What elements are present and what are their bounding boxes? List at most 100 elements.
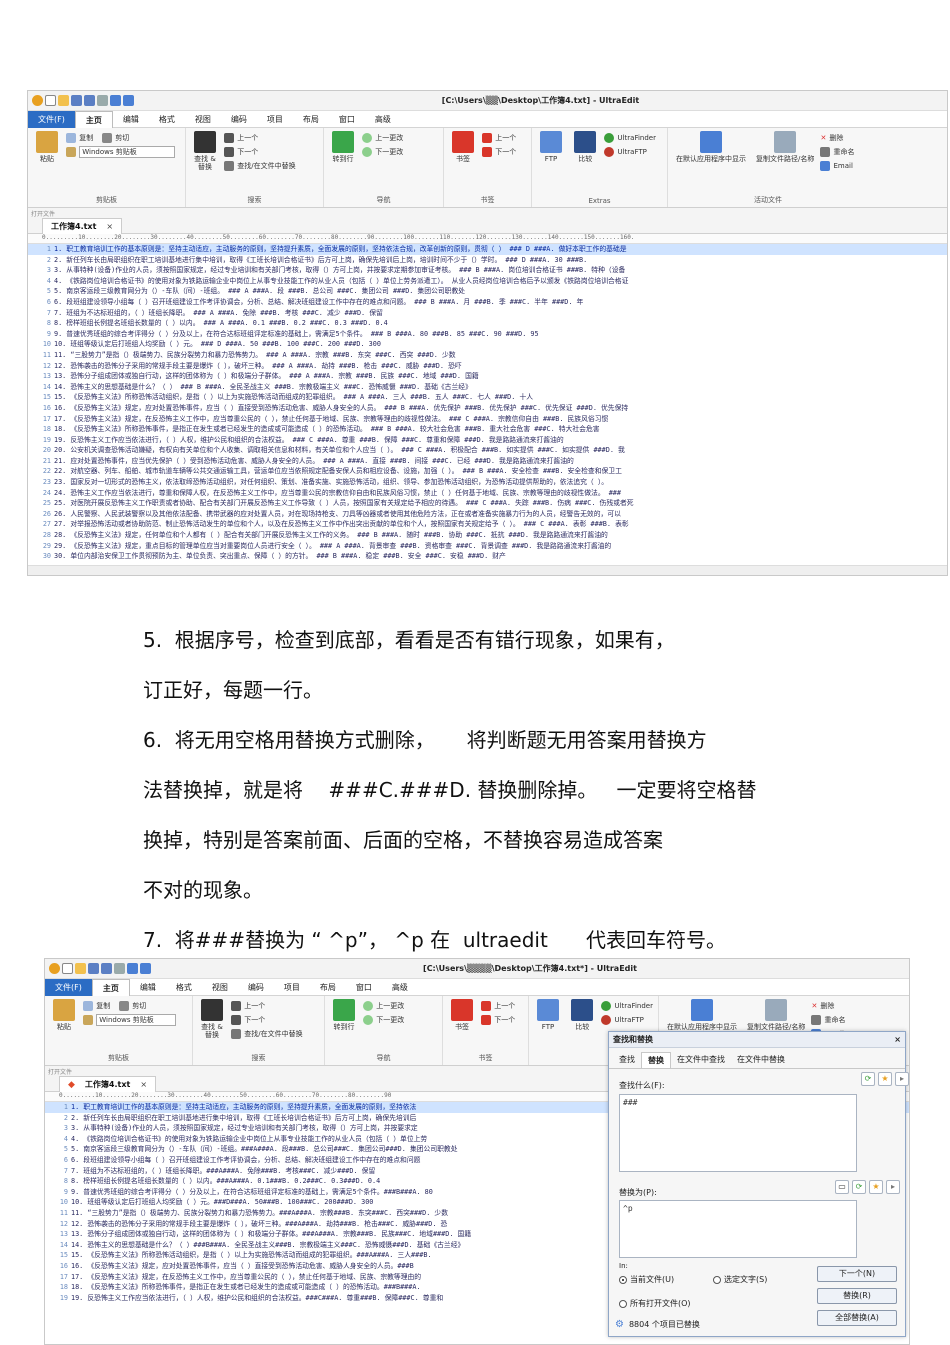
editor-line[interactable]: 11 11. “三股势力”是指（）极端势力、民族分裂势力和暴力恐怖势力。 ### … — [28, 350, 947, 361]
editor-line[interactable]: 5 5. 南京客运段三级教育网分为（）-车队（间）-班组。 ### A ###A.… — [28, 286, 947, 297]
cut-button[interactable]: 剪切 — [115, 133, 129, 143]
editor-line[interactable]: 25 25. 对医院开展反恐怖主义工作职责或者协助、配合有关部门开展反恐怖主义工作… — [28, 498, 947, 509]
compare-button[interactable]: 比较 — [567, 999, 597, 1031]
open-default-app-button[interactable]: 在默认应用程序中显示 — [663, 999, 741, 1031]
editor-line[interactable]: 22 22. 对航空器、列车、船舶、城市轨道车辆等公共交通运输工具，营运单位应当依… — [28, 466, 947, 477]
open-folder-icon[interactable] — [75, 963, 86, 974]
delete-file-button[interactable]: ✕ 删除 — [820, 131, 854, 145]
file-tab[interactable]: 工作簿4.txt × — [42, 218, 123, 234]
editor-line[interactable]: 4 4. 《铁路岗位培训合格证书》的使用对象为铁路运输企业中岗位上从事专业技能工作… — [28, 276, 947, 287]
editor-line[interactable]: 14 14. 恐怖主义的思想基础是什么？（ ） ### B ###A. 全民圣战主… — [28, 382, 947, 393]
redo-icon[interactable] — [140, 963, 151, 974]
menu-file[interactable]: 文件(F) — [45, 978, 92, 996]
redo-icon[interactable] — [123, 95, 134, 106]
save-all-icon[interactable] — [101, 963, 112, 974]
goto-line-button[interactable]: 转到行 — [328, 131, 358, 163]
menu-format[interactable]: 格式 — [149, 111, 185, 128]
editor-line[interactable]: 12 12. 恐怖袭击的恐怖分子采用的常规手段主要是爆炸（ ），破坏三种。 ###… — [28, 361, 947, 372]
menu-window[interactable]: 窗口 — [329, 111, 365, 128]
save-icon[interactable] — [71, 95, 82, 106]
bookmark-button[interactable]: 书签 — [447, 999, 477, 1031]
find-next-button[interactable]: 下一个 — [224, 145, 295, 159]
replace-all-button[interactable]: 全部替换(A) — [817, 1310, 897, 1326]
menu-file[interactable]: 文件(F) — [28, 110, 75, 128]
find-replace-button[interactable]: 查找 & 替换 — [190, 131, 220, 171]
next-bookmark-button[interactable]: 下一个 — [482, 145, 516, 159]
menu-home[interactable]: 主页 — [74, 110, 113, 128]
app-logo-icon[interactable] — [49, 963, 60, 974]
editor-line[interactable]: 19 19. 反恐怖主义工作应当依法进行，（ ）人权，维护公民和组织的合法权益。 … — [28, 435, 947, 446]
find-prev-button[interactable]: 上一个 — [231, 999, 302, 1013]
ultraftp-button[interactable]: UltraFTP — [601, 1013, 653, 1027]
dialog-close-icon[interactable]: × — [894, 1035, 901, 1044]
replace-input[interactable]: ^p — [619, 1200, 857, 1258]
editor-line[interactable]: 7 7. 班组为不达标班组的，（ ）班组长降职。 ### A ###A. 免除 #… — [28, 308, 947, 319]
undo-icon[interactable] — [127, 963, 138, 974]
app-logo-icon[interactable] — [32, 95, 43, 106]
copy-button[interactable]: 复制 剪切 — [83, 999, 176, 1013]
editor-line[interactable]: 8 8. 榜样班组长例提名班组长数量的（ ）以内。 ### A ###A. 0.1… — [28, 318, 947, 329]
history-icon[interactable]: ⟳ — [861, 1072, 875, 1086]
clipboard-select[interactable]: Windows 剪贴板 — [96, 1014, 177, 1026]
prev-change-button[interactable]: 上一更改 — [363, 999, 404, 1013]
save-all-icon[interactable] — [84, 95, 95, 106]
prev-change-button[interactable]: 上一更改 — [362, 131, 403, 145]
editor-line[interactable]: 15 15. 《反恐怖主义法》所称恐怖活动组织，是指（ ）以上为实施恐怖活动而组成… — [28, 392, 947, 403]
favorite-star-icon[interactable]: ★ — [878, 1072, 892, 1086]
undo-icon[interactable] — [110, 95, 121, 106]
replace-button[interactable]: 替换(R) — [817, 1288, 897, 1304]
tab-find[interactable]: 查找 — [613, 1052, 641, 1068]
find-in-files-button[interactable]: 查找/在文件中替换 — [231, 1027, 303, 1041]
find-input[interactable]: ### — [619, 1094, 857, 1172]
settings-gear-icon[interactable]: ⚙ — [615, 1319, 624, 1330]
history-icon[interactable]: ⟳ — [852, 1180, 866, 1194]
editor-pane[interactable]: 1 1. 职工教育培训工作的基本原则是：坚持主动适应，主动服务的原则，坚持提升素质… — [28, 244, 947, 575]
open-folder-icon[interactable] — [58, 95, 69, 106]
editor-line[interactable]: 13 13. 恐怖分子组成团体或独自行动，这样的团体称为（ ）和极端分子群体。 #… — [28, 371, 947, 382]
editor-line[interactable]: 2 2. 新任列车长由局职组织在职工培训基地进行集中培训，取得《工班长培训合格证书… — [28, 255, 947, 266]
menu-view[interactable]: 视图 — [185, 111, 221, 128]
regex-menu-icon[interactable]: ▸ — [895, 1072, 909, 1086]
editor-line[interactable]: 24 24. 恐怖主义工作应当依法进行，尊重和保障人权，在反恐怖主义工作中，应当尊… — [28, 488, 947, 499]
editor-line[interactable]: 21 21. 应对处置恐怖事件，应当优先保护（ ）受到恐怖活动危害、威胁人身安全的… — [28, 456, 947, 467]
scope-all-open-files[interactable]: 所有打开文件(O) — [619, 1298, 691, 1309]
tab-replace[interactable]: 替换 — [641, 1052, 671, 1068]
menu-layout[interactable]: 布局 — [310, 979, 346, 996]
clipboard-select[interactable]: Windows 剪贴板 — [79, 146, 176, 158]
email-button[interactable]: Email — [820, 159, 854, 173]
find-next-button[interactable]: 下一个 — [231, 1013, 302, 1027]
copy-button[interactable]: 复制 剪切 — [66, 131, 175, 145]
ftp-button[interactable]: FTP — [533, 999, 563, 1031]
horizontal-scrollbar[interactable] — [28, 565, 947, 575]
open-default-app-button[interactable]: 在默认应用程序中显示 — [672, 131, 750, 163]
find-prev-button[interactable]: 上一个 — [224, 131, 295, 145]
new-file-icon[interactable] — [45, 95, 56, 106]
prev-bookmark-button[interactable]: 上一个 — [482, 131, 516, 145]
next-bookmark-button[interactable]: 下一个 — [481, 1013, 515, 1027]
print-icon[interactable] — [97, 95, 108, 106]
close-tab-icon[interactable]: × — [140, 1080, 147, 1089]
menu-edit[interactable]: 编辑 — [113, 111, 149, 128]
tab-find-in-files[interactable]: 在文件中查找 — [671, 1052, 731, 1068]
menu-encoding[interactable]: 编码 — [221, 111, 257, 128]
goto-line-button[interactable]: 转到行 — [329, 999, 359, 1031]
menu-format[interactable]: 格式 — [166, 979, 202, 996]
paste-button[interactable]: 粘贴 — [32, 131, 62, 163]
close-tab-icon[interactable]: × — [106, 222, 113, 231]
scope-selection[interactable]: 选定文字(S) — [713, 1274, 767, 1285]
editor-line[interactable]: 1 1. 职工教育培训工作的基本原则是：坚持主动适应，主动服务的原则，坚持提升素质… — [28, 244, 947, 255]
menu-home[interactable]: 主页 — [91, 978, 130, 996]
compare-button[interactable]: 比较 — [570, 131, 600, 163]
menu-advanced[interactable]: 高级 — [365, 111, 401, 128]
editor-line[interactable]: 9 9. 普速优秀班组的综合考评得分（ ）分及以上，在符合达标班组评定标准的基础上… — [28, 329, 947, 340]
editor-line[interactable]: 16 16. 《反恐怖主义法》规定，应对处置恐怖事件，应当（ ）直接受到恐怖活动危… — [28, 403, 947, 414]
ultrafinder-button[interactable]: UltraFinder — [604, 131, 656, 145]
editor-line[interactable]: 17 17. 《反恐怖主义法》规定，在反恐怖主义工作中，应当尊重公民的（ ），禁止… — [28, 414, 947, 425]
tab-replace-in-files[interactable]: 在文件中替换 — [731, 1052, 791, 1068]
file-tab-2[interactable]: ◆ 工作簿4.txt × — [59, 1076, 157, 1092]
editor-line[interactable]: 6 6. 段班组建设领导小组每（ ）召开班组建设工作考评协调会，分析、总结、解决班… — [28, 297, 947, 308]
bookmark-button[interactable]: 书签 — [448, 131, 478, 163]
menu-view[interactable]: 视图 — [202, 979, 238, 996]
editor-line[interactable]: 20 20. 公安机关调查恐怖活动嫌疑，有权向有关单位和个人收集、调取相关信息和材… — [28, 445, 947, 456]
editor-line[interactable]: 3 3. 从事特种(设备)作业的人员，须按照国家规定，经过专业培训和有关部门考核，… — [28, 265, 947, 276]
